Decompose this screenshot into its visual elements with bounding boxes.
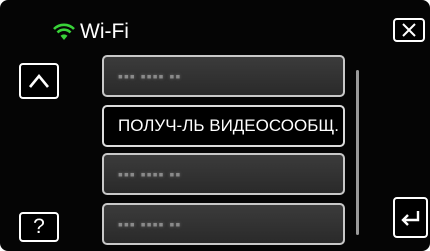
list-item[interactable]: ▪▪▪ ▪▪▪▪ ▪▪ — [102, 153, 345, 195]
list-item-label: ▪▪▪ ▪▪▪▪ ▪▪ — [118, 166, 182, 182]
return-icon — [400, 210, 419, 226]
list-item[interactable]: ▪▪▪ ▪▪▪▪ ▪▪ — [102, 203, 345, 245]
scroll-up-button[interactable] — [19, 63, 59, 99]
wifi-icon — [52, 22, 76, 42]
list-item[interactable]: ▪▪▪ ▪▪▪▪ ▪▪ — [102, 55, 345, 97]
help-button[interactable]: ? — [19, 212, 59, 242]
list-item-label: ПОЛУЧ-ЛЬ ВИДЕОСООБЩ. — [118, 116, 340, 135]
close-button[interactable] — [393, 18, 425, 42]
scrollbar[interactable] — [356, 70, 359, 235]
list-item-label: ▪▪▪ ▪▪▪▪ ▪▪ — [118, 216, 182, 232]
help-label: ? — [33, 215, 45, 238]
close-icon — [402, 23, 416, 37]
chevron-up-icon — [28, 73, 50, 88]
camera-screen: Wi-Fi ▪▪▪ ▪▪▪▪ ▪▪ ПОЛУЧ-ЛЬ ВИДЕОСООБЩ. ▪… — [0, 0, 430, 251]
list-item-video-message-receiver[interactable]: ПОЛУЧ-ЛЬ ВИДЕОСООБЩ. — [102, 105, 345, 147]
page-title: Wi-Fi — [80, 20, 129, 43]
header: Wi-Fi — [52, 18, 129, 46]
list-item-label: ▪▪▪ ▪▪▪▪ ▪▪ — [118, 68, 182, 84]
back-button[interactable] — [393, 197, 428, 238]
